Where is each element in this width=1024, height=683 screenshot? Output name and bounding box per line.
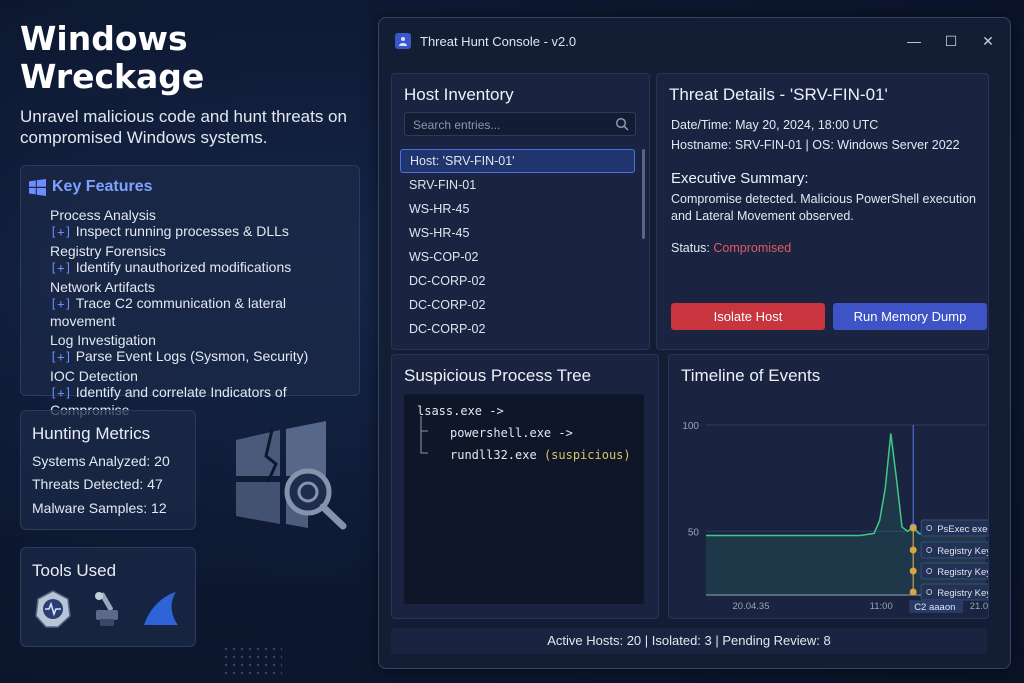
threat-datetime: Date/Time: May 20, 2024, 18:00 UTC — [671, 118, 879, 132]
hunting-metrics-title: Hunting Metrics — [32, 424, 151, 443]
key-features-card: Key Features Process Analysis [+] Inspect … — [20, 165, 360, 418]
timeline-panel: Timeline of Events 10050PsExec executedR… — [668, 354, 989, 619]
suspicious-tag: (suspicious) — [543, 448, 631, 462]
metric-systems-analyzed: Systems Analyzed: 20 — [32, 453, 170, 469]
status-bar: Active Hosts: 20 | Isolated: 3 | Pending… — [391, 628, 987, 654]
minimize-button[interactable]: — — [906, 33, 922, 49]
process-root[interactable]: lsass.exe -> — [417, 404, 504, 418]
process-hacker-icon — [35, 590, 71, 628]
feature-item: Network Artifacts [+] Trace C2 communicati… — [50, 279, 353, 330]
event-dot — [909, 588, 917, 596]
feature-title: Network Artifacts — [50, 279, 156, 295]
host-search-box — [404, 112, 636, 137]
feature-title: Registry Forensics — [50, 243, 166, 259]
isolate-host-button[interactable]: Isolate Host — [671, 303, 825, 330]
threat-details-title: Threat Details - 'SRV-FIN-01' — [669, 85, 888, 104]
c2-marker-label: C2 aaaon — [914, 602, 955, 613]
feature-description: [+] Identify unauthorized modifications — [50, 259, 353, 277]
process-child[interactable]: powershell.exe -> — [450, 426, 573, 440]
process-grandchild-name: rundll32.exe — [450, 448, 537, 462]
windows-investigation-emblem-icon — [236, 421, 347, 530]
feature-item: Log Investigation [+] Parse Event Logs (Sy… — [50, 332, 353, 366]
app-icon — [395, 33, 411, 49]
window-title: Threat Hunt Console - v2.0 — [420, 33, 577, 49]
y-tick-label: 50 — [688, 527, 700, 538]
host-list-scrollbar[interactable] — [642, 149, 645, 239]
threat-hunt-console-window: Threat Hunt Console - v2.0 — ☐ ✕ Host In… — [378, 17, 1011, 669]
feature-bullet: [+] — [50, 225, 72, 239]
feature-bullet: [+] — [50, 297, 72, 311]
timeline-chart: 100 50 PsExec executed Registry Key Modifie… — [682, 421, 988, 613]
search-icon[interactable] — [615, 117, 629, 131]
host-inventory-title: Host Inventory — [404, 85, 514, 104]
feature-description-text: Inspect running processes & DLLs — [75, 223, 289, 239]
feature-item: Registry Forensics [+] Identify unauthoriz… — [50, 243, 353, 277]
windows-logo-icon — [29, 178, 46, 196]
feature-list: Process Analysis [+] Inspect running proce… — [50, 207, 353, 421]
host-list-item[interactable]: WS-HR-45 — [400, 197, 635, 221]
executive-summary-text: Compromise detected. Malicious PowerShel… — [671, 192, 977, 223]
status-value: Compromised — [713, 241, 792, 255]
tools-used-title: Tools Used — [32, 561, 117, 580]
feature-description: [+] Parse Event Logs (Sysmon, Security) — [50, 348, 353, 366]
user-shield-icon — [399, 37, 407, 46]
host-inventory-panel: Host Inventory Host: 'SRV-FIN-01'SRV-FIN… — [391, 73, 650, 350]
feature-description: [+] Inspect running processes & DLLs — [50, 223, 353, 241]
wireshark-fin-icon — [144, 592, 178, 625]
decorative-dot-grid — [222, 645, 282, 675]
window-titlebar[interactable]: Threat Hunt Console - v2.0 — ☐ ✕ — [379, 18, 1010, 64]
feature-description-text: Identify unauthorized modifications — [75, 259, 292, 275]
suspicious-process-tree-panel: Suspicious Process Tree lsass.exe -> pow… — [391, 354, 659, 619]
feature-title: Process Analysis — [50, 207, 156, 223]
feature-bullet: [+] — [50, 386, 72, 400]
host-list-item[interactable]: SRV-FIN-01 — [400, 173, 635, 197]
feature-bullet: [+] — [50, 350, 72, 364]
feature-description-text: Parse Event Logs (Sysmon, Security) — [75, 348, 309, 364]
host-list: Host: 'SRV-FIN-01' SRV-FIN-01 WS-HR-45 WS-H… — [400, 149, 635, 341]
metric-threats-detected: Threats Detected: 47 — [32, 476, 163, 492]
hero-title: Windows Wreckage — [20, 19, 205, 96]
feature-description-text: Trace C2 communication & lateral movemen… — [50, 295, 287, 329]
host-list-item[interactable]: DC-CORP-02 — [400, 317, 635, 341]
threat-status: Status: Compromised — [671, 241, 791, 255]
executive-summary-heading: Executive Summary: — [671, 170, 809, 187]
event-label: Registry Key Modified — [937, 567, 988, 578]
close-button[interactable]: ✕ — [980, 33, 996, 50]
y-tick-label: 100 — [682, 421, 699, 432]
host-list-item[interactable]: Host: 'SRV-FIN-01' — [400, 149, 635, 173]
process-tree-title: Suspicious Process Tree — [404, 366, 592, 385]
x-tick-label: 11:00 — [870, 601, 893, 612]
metric-malware-samples: Malware Samples: 12 — [32, 500, 167, 516]
process-grandchild[interactable]: rundll32.exe (suspicious) — [450, 448, 631, 462]
status-label: Status: — [671, 241, 714, 255]
key-features-title: Key Features — [52, 178, 153, 195]
host-search-input[interactable] — [411, 113, 615, 137]
window-controls: — ☐ ✕ — [906, 18, 996, 64]
x-tick-label: 21.00.35 — [970, 601, 988, 612]
event-label: Registry Key Modified — [937, 546, 988, 557]
run-memory-dump-button[interactable]: Run Memory Dump — [833, 303, 987, 330]
feature-title: Log Investigation — [50, 332, 156, 348]
feature-description: [+] Trace C2 communication & lateral move… — [50, 295, 353, 330]
hunting-metrics-card: Hunting Metrics Systems Analyzed: 20 Thr… — [20, 410, 196, 530]
x-tick-label: 20.04.35 — [733, 601, 770, 612]
threat-details-panel: Threat Details - 'SRV-FIN-01' Date/Time:… — [656, 73, 989, 350]
host-list-item[interactable]: WS-COP-02 — [400, 245, 635, 269]
feature-bullet: [+] — [50, 261, 72, 275]
host-list-item[interactable]: WS-HR-45 — [400, 221, 635, 245]
key-features-header: Key Features — [29, 178, 153, 196]
tools-icon-row — [34, 590, 180, 628]
event-label: PsExec executed — [937, 524, 988, 535]
process-tree-view: lsass.exe -> powershell.exe -> rundll32.… — [404, 394, 644, 604]
host-list-item[interactable]: DC-CORP-02 — [400, 269, 635, 293]
threat-hostname-os: Hostname: SRV-FIN-01 | OS: Windows Serve… — [671, 138, 960, 152]
tools-used-card: Tools Used — [20, 547, 196, 647]
maximize-button[interactable]: ☐ — [943, 33, 959, 50]
host-list-item[interactable]: DC-CORP-02 — [400, 293, 635, 317]
wrench-tool-icon — [95, 592, 118, 626]
event-label: Registry Key Modified — [937, 588, 988, 599]
feature-title: IOC Detection — [50, 368, 138, 384]
feature-item: Process Analysis [+] Inspect running proce… — [50, 207, 353, 241]
hero-subtitle: Unravel malicious code and hunt threats … — [20, 107, 347, 147]
